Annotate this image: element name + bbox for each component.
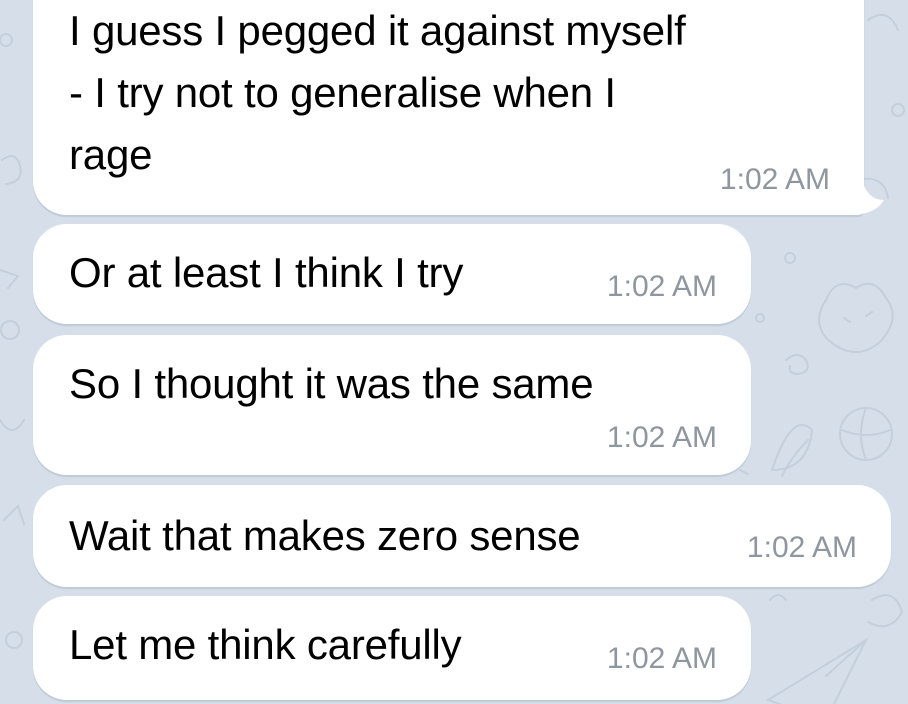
message-bubble[interactable]: Wait that makes zero sense 1:02 AM (33, 485, 891, 587)
message-bubble[interactable]: Or at least I think I try 1:02 AM (33, 224, 751, 324)
message-bubble[interactable]: I guess I pegged it against myself - I t… (33, 0, 864, 215)
message-text: Let me think carefully (69, 621, 462, 668)
message-text: Wait that makes zero sense (69, 512, 581, 559)
bubble-tail (846, 170, 884, 215)
message-timestamp: 1:02 AM (606, 642, 717, 675)
message-timestamp: 1:02 AM (606, 421, 717, 454)
message-line: - I try not to generalise when I (69, 69, 616, 116)
message-text: Or at least I think I try (69, 249, 464, 296)
message-text: So I thought it was the same (69, 360, 594, 407)
message-text: I guess I pegged it against myself - I t… (69, 0, 849, 186)
message-bubble[interactable]: So I thought it was the same 1:02 AM (33, 335, 751, 475)
message-timestamp: 1:02 AM (719, 163, 830, 196)
message-bubble[interactable]: Let me think carefully 1:02 AM (33, 596, 751, 700)
message-timestamp: 1:02 AM (746, 531, 857, 564)
message-timestamp: 1:02 AM (606, 270, 717, 303)
message-line: I guess I pegged it against myself (69, 7, 686, 54)
